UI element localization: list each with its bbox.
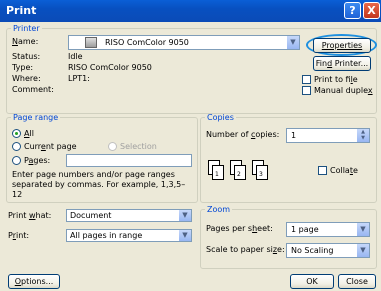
collate-page-2: 2 bbox=[234, 165, 246, 180]
print-to-file-label: Print to file bbox=[314, 75, 358, 84]
current-page-radio[interactable] bbox=[12, 142, 21, 151]
pages-per-sheet-value: 1 page bbox=[291, 225, 319, 234]
collate-page-1: 1 bbox=[212, 165, 224, 180]
help-button[interactable]: ? bbox=[344, 2, 361, 19]
chevron-down-icon: ▼ bbox=[357, 223, 369, 236]
dialog-title: Print bbox=[6, 4, 37, 17]
find-printer-button[interactable]: Find Printer... bbox=[313, 56, 371, 71]
collate-checkbox[interactable] bbox=[318, 166, 327, 175]
print-to-file-checkbox[interactable] bbox=[302, 75, 311, 84]
copies-group: Copies bbox=[200, 113, 377, 203]
where-label: Where: bbox=[12, 74, 41, 83]
printer-name-select[interactable]: RISO ComColor 9050 ▼ bbox=[68, 35, 300, 50]
manual-duplex-label: Manual duplex bbox=[314, 86, 373, 95]
print-value: All pages in range bbox=[70, 231, 143, 240]
ok-button[interactable]: OK bbox=[290, 274, 334, 289]
print-what-label: Print what: bbox=[8, 211, 52, 220]
zoom-group: Zoom bbox=[200, 205, 377, 269]
options-button[interactable]: Options... bbox=[8, 274, 60, 289]
status-value: Idle bbox=[68, 52, 83, 61]
chevron-down-icon: ▼ bbox=[179, 230, 191, 241]
name-label: Name: bbox=[12, 37, 39, 46]
pages-per-sheet-label: Pages per sheet: bbox=[206, 224, 273, 233]
close-window-button[interactable]: X bbox=[363, 2, 380, 19]
spinner-arrows-icon: ▲ ▼ bbox=[357, 129, 369, 142]
page-range-hint: Enter page numbers and/or page ranges se… bbox=[12, 170, 186, 199]
title-bar: Print ? X bbox=[0, 0, 381, 22]
comment-label: Comment: bbox=[12, 85, 54, 94]
pages-per-sheet-select[interactable]: 1 page ▼ bbox=[286, 222, 370, 237]
scale-label: Scale to paper size: bbox=[206, 245, 285, 254]
manual-duplex-checkbox[interactable] bbox=[302, 86, 311, 95]
pages-radio[interactable] bbox=[12, 156, 21, 165]
status-label: Status: bbox=[12, 52, 41, 61]
collate-page-3: 3 bbox=[256, 165, 268, 180]
pages-label: Pages: bbox=[24, 156, 51, 165]
chevron-down-icon: ▼ bbox=[287, 36, 299, 49]
properties-button[interactable]: Properties bbox=[313, 38, 371, 53]
where-value: LPT1: bbox=[68, 74, 90, 83]
print-what-select[interactable]: Document ▼ bbox=[66, 209, 192, 222]
print-what-value: Document bbox=[70, 211, 112, 220]
page-range-legend: Page range bbox=[13, 113, 59, 122]
number-of-copies-label: Number of copies: bbox=[206, 130, 280, 139]
printer-name-value: RISO ComColor 9050 bbox=[105, 38, 189, 47]
selection-radio[interactable] bbox=[108, 142, 117, 151]
zoom-legend: Zoom bbox=[207, 205, 231, 214]
selection-label: Selection bbox=[120, 142, 157, 151]
all-radio[interactable] bbox=[12, 129, 21, 138]
copies-value: 1 bbox=[291, 131, 297, 140]
copies-spinner[interactable]: 1 ▲ ▼ bbox=[286, 128, 370, 143]
scale-select[interactable]: No Scaling ▼ bbox=[286, 243, 370, 258]
close-button[interactable]: Close bbox=[338, 274, 376, 289]
copies-legend: Copies bbox=[207, 113, 234, 122]
printer-icon bbox=[85, 37, 97, 48]
print-select[interactable]: All pages in range ▼ bbox=[66, 229, 192, 242]
print-dialog: Print ? X Printer Name: RISO ComColor 90… bbox=[0, 0, 381, 291]
scale-value: No Scaling bbox=[291, 246, 334, 255]
collate-label: Collate bbox=[330, 166, 358, 175]
pages-input[interactable] bbox=[66, 154, 192, 167]
print-label: Print: bbox=[8, 231, 30, 240]
type-label: Type: bbox=[12, 63, 34, 72]
printer-legend: Printer bbox=[13, 24, 40, 33]
chevron-down-icon: ▼ bbox=[179, 210, 191, 221]
current-page-label: Current page bbox=[24, 142, 77, 151]
type-value: RISO ComColor 9050 bbox=[68, 63, 152, 72]
all-label: All bbox=[24, 129, 34, 138]
chevron-down-icon: ▼ bbox=[357, 244, 369, 257]
